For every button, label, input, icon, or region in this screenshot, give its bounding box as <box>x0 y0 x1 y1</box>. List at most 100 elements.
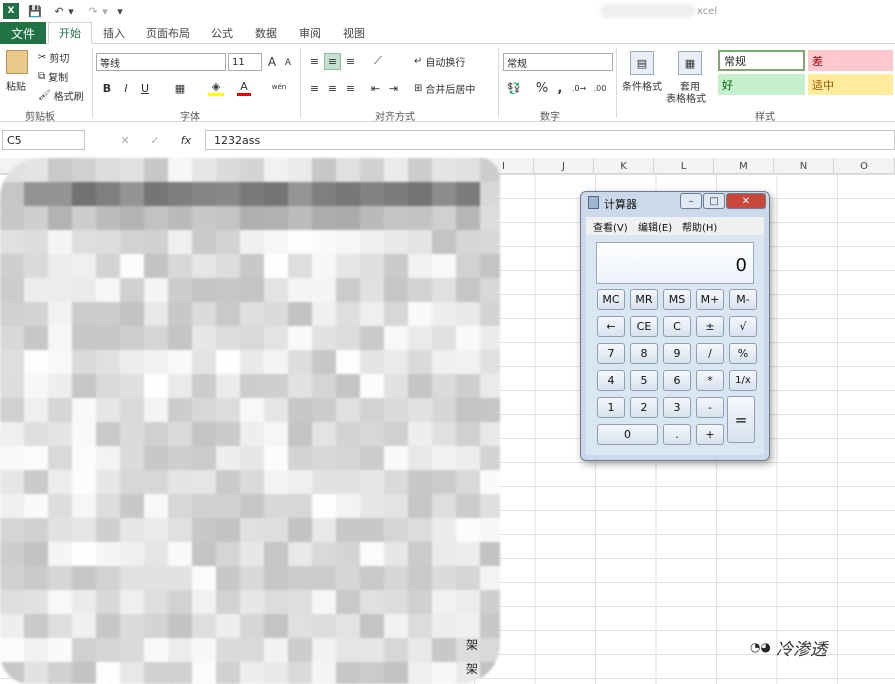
cancel-entry-icon[interactable]: ✕ <box>118 132 132 148</box>
align-left-icon[interactable]: ≡ <box>307 80 322 96</box>
conditional-format-button[interactable]: 条件格式 <box>622 78 662 93</box>
format-as-table-label-2[interactable]: 表格格式 <box>666 90 706 105</box>
column-header[interactable]: N <box>774 158 834 174</box>
tab-page-layout[interactable]: 页面布局 <box>140 22 196 44</box>
tab-home[interactable]: 开始 <box>48 22 92 44</box>
calc-key[interactable]: 0 <box>597 424 658 445</box>
name-box[interactable]: C5 <box>2 130 85 150</box>
shrink-font-icon[interactable]: A <box>283 56 293 70</box>
font-name-select[interactable]: 等线 <box>96 53 226 71</box>
column-header[interactable]: L <box>654 158 714 174</box>
style-good[interactable]: 好 <box>718 74 805 95</box>
style-bad[interactable]: 差 <box>808 50 893 71</box>
calc-key[interactable]: 8 <box>630 343 658 364</box>
percent-button[interactable]: % <box>535 80 549 96</box>
undo-dropdown-icon[interactable]: ▾ <box>66 3 76 19</box>
cut-button[interactable]: ✂ 剪切 <box>38 50 69 65</box>
calc-key[interactable]: 1/x <box>729 370 757 391</box>
italic-button[interactable]: I <box>119 80 133 96</box>
tab-formulas[interactable]: 公式 <box>204 22 240 44</box>
calc-key[interactable]: * <box>696 370 724 391</box>
decrease-indent-icon[interactable]: ⇤ <box>368 80 383 96</box>
tab-insert[interactable]: 插入 <box>96 22 132 44</box>
align-bottom-icon[interactable]: ≡ <box>343 53 358 69</box>
insert-function-icon[interactable]: fx <box>178 132 194 148</box>
calc-key[interactable]: 9 <box>663 343 691 364</box>
column-header[interactable]: O <box>834 158 895 174</box>
close-button[interactable]: ✕ <box>726 193 766 209</box>
calc-key[interactable]: M+ <box>696 289 724 310</box>
calc-key[interactable]: - <box>696 397 724 418</box>
menu-edit[interactable]: 编辑(E) <box>638 219 672 234</box>
number-format-select[interactable]: 常规 <box>503 53 613 71</box>
column-header[interactable]: K <box>594 158 654 174</box>
phonetic-icon[interactable]: wén <box>271 78 287 96</box>
redo-dropdown-icon[interactable]: ▾ <box>100 3 110 19</box>
customize-toolbar-icon[interactable]: ▾ <box>114 3 126 19</box>
increase-indent-icon[interactable]: ⇥ <box>386 80 401 96</box>
paste-icon[interactable] <box>6 50 28 74</box>
calc-key[interactable]: 1 <box>597 397 625 418</box>
calc-key[interactable]: CE <box>630 316 658 337</box>
maximize-button[interactable]: □ <box>703 193 725 209</box>
conditional-format-icon[interactable]: ▤ <box>630 51 654 75</box>
tab-view[interactable]: 视图 <box>336 22 372 44</box>
font-size-select[interactable]: 11 <box>228 53 262 71</box>
column-header[interactable]: J <box>534 158 594 174</box>
bold-button[interactable]: B <box>100 80 114 96</box>
calc-key[interactable]: 7 <box>597 343 625 364</box>
calc-key[interactable]: MC <box>597 289 625 310</box>
comma-style-button[interactable]: , <box>553 80 567 96</box>
paste-button[interactable]: 粘贴 <box>6 78 26 93</box>
style-neutral[interactable]: 适中 <box>808 74 893 95</box>
equals-button[interactable]: = <box>727 396 755 443</box>
calc-key[interactable]: M- <box>729 289 757 310</box>
calc-key[interactable]: 2 <box>630 397 658 418</box>
copy-button[interactable]: ⧉ 复制 <box>38 69 68 84</box>
align-center-icon[interactable]: ≡ <box>325 80 340 96</box>
align-right-icon[interactable]: ≡ <box>343 80 358 96</box>
redacted-pixel <box>216 590 240 614</box>
confirm-entry-icon[interactable]: ✓ <box>148 132 162 148</box>
calc-key[interactable]: . <box>663 424 691 445</box>
calc-key[interactable]: % <box>729 343 757 364</box>
save-icon[interactable]: 💾 <box>26 3 44 19</box>
tab-data[interactable]: 数据 <box>248 22 284 44</box>
calc-key[interactable]: 6 <box>663 370 691 391</box>
accounting-format-icon[interactable]: 💱 <box>504 80 524 96</box>
decrease-decimal-icon[interactable]: .00 <box>592 80 608 96</box>
calc-key[interactable]: 3 <box>663 397 691 418</box>
menu-view[interactable]: 查看(V) <box>593 219 628 234</box>
column-header[interactable]: M <box>714 158 774 174</box>
wrap-text-button[interactable]: ↵ 自动换行 <box>414 54 465 69</box>
font-color-icon[interactable]: A <box>237 80 251 96</box>
tab-file[interactable]: 文件 <box>0 22 46 44</box>
calc-key[interactable]: ← <box>597 316 625 337</box>
redacted-pixel <box>408 302 432 326</box>
align-middle-icon[interactable]: ≡ <box>324 53 341 70</box>
underline-button[interactable]: U <box>138 80 152 96</box>
format-painter-button[interactable]: 🖌 格式刷 <box>38 88 84 103</box>
calc-key[interactable]: C <box>663 316 691 337</box>
menu-help[interactable]: 帮助(H) <box>682 219 717 234</box>
calc-key[interactable]: + <box>696 424 724 445</box>
calc-key[interactable]: ± <box>696 316 724 337</box>
calc-key[interactable]: 5 <box>630 370 658 391</box>
borders-icon[interactable]: ▦ <box>172 80 188 96</box>
increase-decimal-icon[interactable]: .0→ <box>571 80 587 96</box>
tab-review[interactable]: 审阅 <box>292 22 328 44</box>
align-top-icon[interactable]: ≡ <box>307 53 322 69</box>
calc-key[interactable]: MS <box>663 289 691 310</box>
grow-font-icon[interactable]: A <box>266 54 278 70</box>
calc-key[interactable]: MR <box>630 289 658 310</box>
style-normal[interactable]: 常规 <box>718 50 805 71</box>
orientation-icon[interactable]: ⟋ <box>368 53 388 69</box>
fill-color-icon[interactable]: ◈ <box>208 80 224 96</box>
merge-center-button[interactable]: ⊞ 合并后居中 <box>414 81 475 96</box>
calc-key[interactable]: √ <box>729 316 757 337</box>
calc-key[interactable]: / <box>696 343 724 364</box>
minimize-button[interactable]: – <box>680 193 702 209</box>
calc-key[interactable]: 4 <box>597 370 625 391</box>
formula-input[interactable]: 1232ass <box>205 130 895 150</box>
format-as-table-icon[interactable]: ▦ <box>678 51 702 75</box>
